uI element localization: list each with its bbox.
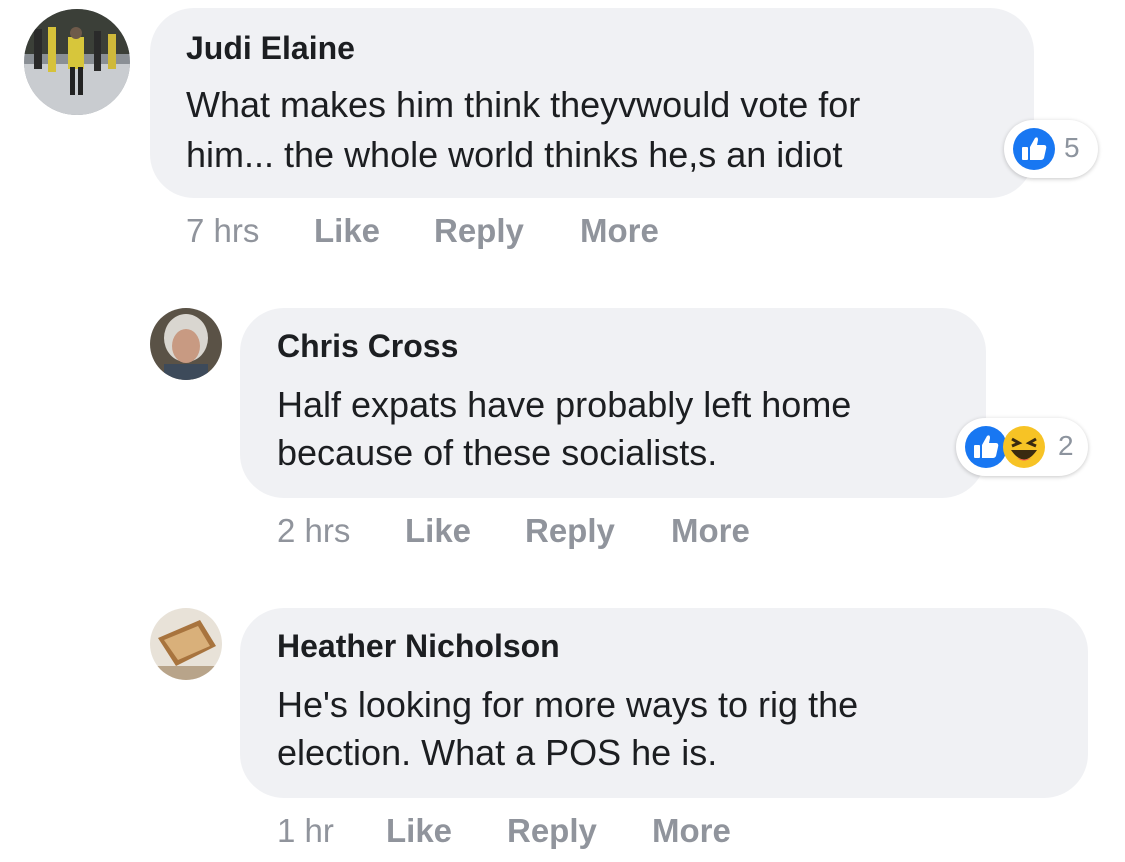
reply-button[interactable]: Reply (434, 212, 524, 250)
comment-author[interactable]: Chris Cross (277, 328, 458, 365)
comment-bubble: Judi Elaine What makes him think theyvwo… (150, 8, 1034, 198)
comment-text-line: election. What a POS he is. (277, 732, 718, 773)
more-button[interactable]: More (671, 512, 750, 550)
comment-timestamp[interactable]: 2 hrs (277, 512, 350, 550)
avatar-heather-nicholson[interactable] (150, 608, 222, 680)
comment-author[interactable]: Heather Nicholson (277, 628, 560, 665)
comment-text-line: because of these socialists. (277, 432, 718, 473)
reactions-badge[interactable]: 5 (1004, 120, 1098, 178)
comment-author[interactable]: Judi Elaine (186, 30, 355, 67)
reply-button[interactable]: Reply (507, 812, 597, 850)
comment-bubble: Heather Nicholson He's looking for more … (240, 608, 1088, 798)
comment-text-line: him... the whole world thinks he,s an id… (186, 134, 843, 175)
comment-bubble: Chris Cross Half expats have probably le… (240, 308, 986, 498)
avatar-chris-cross[interactable] (150, 308, 222, 380)
comment-timestamp[interactable]: 7 hrs (186, 212, 259, 250)
like-button[interactable]: Like (386, 812, 452, 850)
comment-text-line: What makes him think theyvwould vote for (186, 84, 861, 125)
comment-text-line: Half expats have probably left home (277, 384, 852, 425)
like-button[interactable]: Like (314, 212, 380, 250)
avatar-photo-icon (24, 9, 130, 115)
avatar-judi-elaine[interactable] (24, 9, 130, 115)
avatar-photo-icon (150, 308, 222, 380)
reaction-count: 2 (1058, 430, 1074, 461)
reply-button[interactable]: Reply (525, 512, 615, 550)
more-button[interactable]: More (652, 812, 731, 850)
like-button[interactable]: Like (405, 512, 471, 550)
reactions-badge[interactable]: 2 (956, 418, 1088, 476)
more-button[interactable]: More (580, 212, 659, 250)
reaction-count: 5 (1064, 132, 1080, 163)
comment-text-line: He's looking for more ways to rig the (277, 684, 859, 725)
like-icon (1013, 128, 1055, 170)
laugh-icon (1003, 426, 1045, 468)
avatar-photo-icon (150, 608, 222, 680)
comment-timestamp[interactable]: 1 hr (277, 812, 334, 850)
